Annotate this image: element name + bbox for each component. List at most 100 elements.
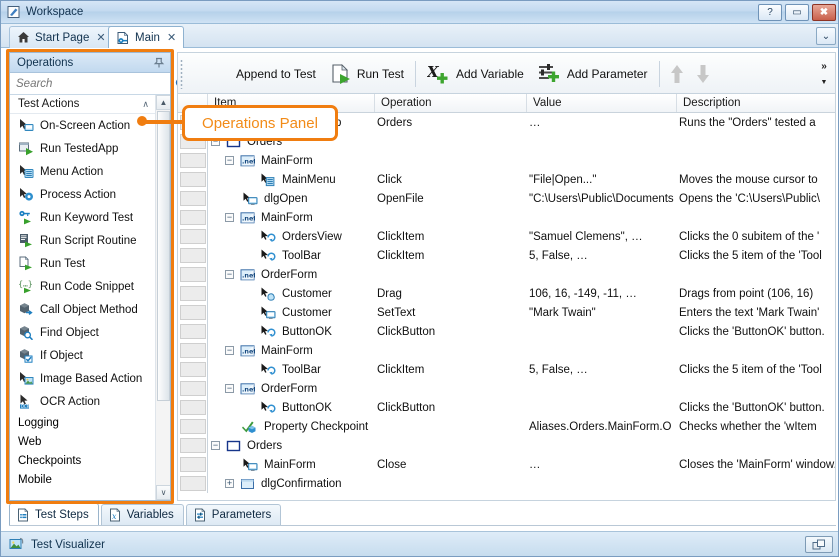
- row-operation-cell[interactable]: Close: [375, 459, 527, 471]
- row-value-cell[interactable]: 5, False, …: [527, 364, 677, 376]
- operations-list-scrollbar[interactable]: ▲ ∨: [155, 95, 170, 500]
- collapse-node-icon[interactable]: −: [225, 270, 234, 279]
- row-operation-cell[interactable]: ClickItem: [375, 364, 527, 376]
- row-operation-cell[interactable]: OpenFile: [375, 193, 527, 205]
- row-description-cell[interactable]: Moves the mouse cursor to: [677, 174, 835, 186]
- row-gutter-cell[interactable]: [178, 455, 208, 474]
- tab-start-page[interactable]: Start Page ✕: [9, 26, 114, 48]
- group-header-test-actions[interactable]: Test Actions ∧: [10, 95, 155, 114]
- row-item-cell[interactable]: dlgOpen: [208, 189, 375, 208]
- table-row[interactable]: − Orders: [178, 436, 835, 455]
- row-gutter-cell[interactable]: [178, 417, 208, 436]
- table-row[interactable]: + dlgConfirmation: [178, 474, 835, 493]
- row-gutter-cell[interactable]: [178, 208, 208, 227]
- row-value-cell[interactable]: Aliases.Orders.MainForm.O: [527, 421, 677, 433]
- collapse-node-icon[interactable]: −: [225, 156, 234, 165]
- row-gutter-cell[interactable]: [178, 227, 208, 246]
- expand-node-icon[interactable]: +: [225, 479, 234, 488]
- row-item-cell[interactable]: − .net OrderForm: [208, 265, 375, 284]
- row-gutter-cell[interactable]: [178, 303, 208, 322]
- row-item-cell[interactable]: Customer: [208, 303, 375, 322]
- row-gutter-cell[interactable]: [178, 189, 208, 208]
- collapse-node-icon[interactable]: −: [225, 213, 234, 222]
- run-test-button[interactable]: Run Test: [323, 57, 411, 91]
- tab-parameters[interactable]: Parameters: [185, 504, 282, 525]
- close-button[interactable]: ✖: [812, 4, 836, 21]
- add-parameter-button[interactable]: Add Parameter: [531, 57, 655, 91]
- table-row[interactable]: ToolBar ClickItem 5, False, … Clicks the 5 …: [178, 246, 835, 265]
- row-item-cell[interactable]: − Orders: [208, 436, 375, 455]
- tab-overflow-button[interactable]: ⌄: [816, 27, 836, 45]
- grid-header-value[interactable]: Value: [527, 94, 677, 112]
- row-value-cell[interactable]: "C:\Users\Public\Documents: [527, 193, 677, 205]
- table-row[interactable]: Customer SetText "Mark Twain" Enters the te…: [178, 303, 835, 322]
- row-gutter-cell[interactable]: [178, 436, 208, 455]
- row-item-cell[interactable]: Property Checkpoint: [208, 417, 375, 436]
- scroll-up-button[interactable]: ▲: [156, 95, 170, 110]
- operation-item-call-object-method[interactable]: Call Object Method: [10, 298, 155, 321]
- move-down-button[interactable]: [690, 57, 716, 91]
- scroll-thumb[interactable]: [157, 111, 170, 401]
- operation-item-if-object[interactable]: If Object: [10, 344, 155, 367]
- restore-button[interactable]: ▭: [785, 4, 809, 21]
- row-item-cell[interactable]: ToolBar: [208, 246, 375, 265]
- row-operation-cell[interactable]: ClickItem: [375, 250, 527, 262]
- append-to-test-button[interactable]: Append to Test: [229, 57, 323, 91]
- table-row[interactable]: − .net OrderForm: [178, 379, 835, 398]
- row-item-cell[interactable]: MainForm: [208, 455, 375, 474]
- row-gutter-cell[interactable]: [178, 151, 208, 170]
- table-row[interactable]: − .net OrderForm: [178, 265, 835, 284]
- pin-icon[interactable]: [152, 56, 166, 70]
- operation-item-run-testedapp[interactable]: Run TestedApp: [10, 137, 155, 160]
- operation-item-run-keyword-test[interactable]: Run Keyword Test: [10, 206, 155, 229]
- move-up-button[interactable]: [664, 57, 690, 91]
- row-gutter-cell[interactable]: [178, 170, 208, 189]
- row-item-cell[interactable]: ButtonOK: [208, 398, 375, 417]
- row-description-cell[interactable]: Clicks the 5 item of the 'Tool: [677, 250, 835, 262]
- row-value-cell[interactable]: 5, False, …: [527, 250, 677, 262]
- table-row[interactable]: dlgOpen OpenFile "C:\Users\Public\Document…: [178, 189, 835, 208]
- row-item-cell[interactable]: ToolBar: [208, 360, 375, 379]
- operation-item-run-code-snippet[interactable]: {…} Run Code Snippet: [10, 275, 155, 298]
- row-value-cell[interactable]: …: [527, 117, 677, 129]
- operation-item-run-test[interactable]: Run Test: [10, 252, 155, 275]
- chevron-up-icon[interactable]: ∧: [142, 99, 149, 110]
- search-input[interactable]: [14, 76, 174, 91]
- row-description-cell[interactable]: Clicks the 'ButtonOK' button.: [677, 326, 835, 338]
- table-row[interactable]: − .net MainForm: [178, 208, 835, 227]
- row-operation-cell[interactable]: SetText: [375, 307, 527, 319]
- tab-start-page-close-icon[interactable]: ✕: [96, 31, 105, 44]
- restore-panel-button[interactable]: [805, 536, 833, 553]
- row-gutter-cell[interactable]: [178, 284, 208, 303]
- table-row[interactable]: Customer Drag 106, 16, -149, -11, … Drags f…: [178, 284, 835, 303]
- collapse-node-icon[interactable]: −: [211, 441, 220, 450]
- row-description-cell[interactable]: Clicks the 0 subitem of the ': [677, 231, 835, 243]
- row-operation-cell[interactable]: ClickButton: [375, 402, 527, 414]
- row-item-cell[interactable]: − .net MainForm: [208, 341, 375, 360]
- table-row[interactable]: ButtonOK ClickButton Clicks the 'ButtonOK'…: [178, 398, 835, 417]
- row-description-cell[interactable]: Clicks the 5 item of the 'Tool: [677, 364, 835, 376]
- operation-category-mobile[interactable]: Mobile: [10, 470, 155, 489]
- tab-main-close-icon[interactable]: ✕: [167, 31, 176, 44]
- operation-item-on-screen-action[interactable]: On-Screen Action: [10, 114, 155, 137]
- row-value-cell[interactable]: "Mark Twain": [527, 307, 677, 319]
- scroll-down-button[interactable]: ∨: [156, 485, 170, 500]
- row-operation-cell[interactable]: Orders: [375, 117, 527, 129]
- row-value-cell[interactable]: 106, 16, -149, -11, …: [527, 288, 677, 300]
- help-button[interactable]: ?: [758, 4, 782, 21]
- row-operation-cell[interactable]: ClickItem: [375, 231, 527, 243]
- row-value-cell[interactable]: "File|Open...": [527, 174, 677, 186]
- row-description-cell[interactable]: Clicks the 'ButtonOK' button.: [677, 402, 835, 414]
- table-row[interactable]: ToolBar ClickItem 5, False, … Clicks the 5 …: [178, 360, 835, 379]
- row-gutter-cell[interactable]: [178, 341, 208, 360]
- row-operation-cell[interactable]: ClickButton: [375, 326, 527, 338]
- row-description-cell[interactable]: Closes the 'MainForm' window.: [677, 459, 835, 471]
- table-row[interactable]: OrdersView ClickItem "Samuel Clemens", … Cl…: [178, 227, 835, 246]
- table-row[interactable]: ButtonOK ClickButton Clicks the 'ButtonOK'…: [178, 322, 835, 341]
- table-row[interactable]: MainForm Close… Closes the 'MainForm' wind…: [178, 455, 835, 474]
- operation-item-menu-action[interactable]: Menu Action: [10, 160, 155, 183]
- row-gutter-cell[interactable]: [178, 360, 208, 379]
- row-gutter-cell[interactable]: [178, 398, 208, 417]
- row-description-cell[interactable]: Opens the 'C:\Users\Public\: [677, 193, 835, 205]
- row-value-cell[interactable]: "Samuel Clemens", …: [527, 231, 677, 243]
